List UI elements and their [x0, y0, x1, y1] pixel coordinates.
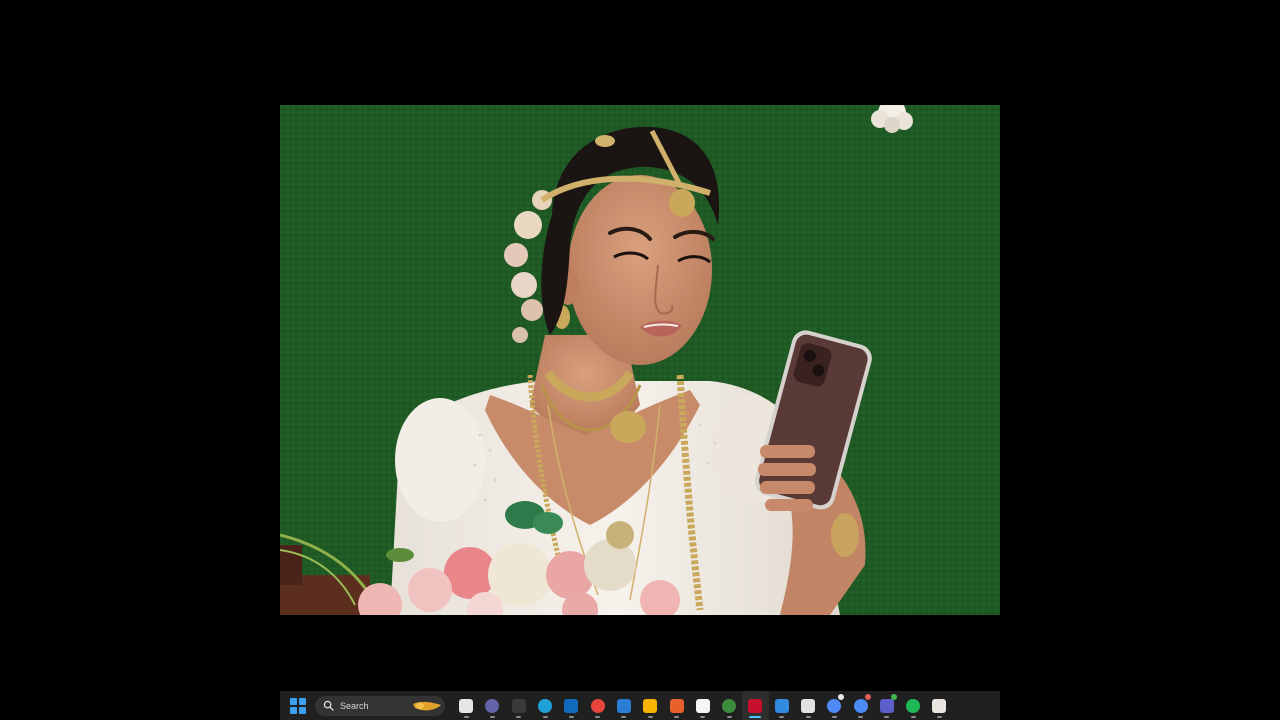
edge-taskbar-button[interactable]: [532, 691, 558, 720]
task-view-icon: [459, 698, 474, 713]
spotify-icon: [906, 698, 921, 713]
video-scene-image: [280, 105, 1000, 615]
chat-taskbar-button[interactable]: [479, 691, 505, 720]
office-taskbar-button[interactable]: [663, 691, 689, 720]
search-icon: [323, 700, 334, 711]
running-indicator: [463, 716, 469, 718]
running-indicator: [621, 716, 627, 718]
chrome-profile-icon: [827, 698, 842, 713]
notification-badge: [864, 694, 871, 700]
running-indicator: [936, 716, 942, 718]
running-indicator: [542, 716, 548, 718]
video-editor-taskbar-button[interactable]: [742, 691, 769, 720]
search-label: Search: [340, 700, 369, 711]
bracelet: [831, 513, 859, 557]
powerpoint-icon: [932, 698, 947, 713]
teams-taskbar-button[interactable]: [874, 691, 900, 720]
spotify-taskbar-button[interactable]: [900, 691, 926, 720]
notification-badge: [838, 694, 845, 700]
running-indicator: [700, 716, 706, 718]
taskbar: Search: [280, 691, 1000, 720]
calendar-2024-taskbar-button[interactable]: [506, 691, 532, 720]
running-indicator: [595, 716, 601, 718]
running-indicator: [489, 716, 495, 718]
video-frame[interactable]: [280, 105, 1000, 615]
office-icon: [669, 698, 684, 713]
calendar-2024-icon: [511, 698, 526, 713]
running-indicator: [884, 716, 890, 718]
taskbar-pinned-apps: [453, 691, 953, 720]
windows-logo-icon: [290, 697, 297, 705]
outlook-icon: [564, 698, 579, 713]
running-indicator: [516, 716, 522, 718]
notepad-taskbar-button[interactable]: [769, 691, 795, 720]
outlook-taskbar-button[interactable]: [558, 691, 584, 720]
chrome-taskbar-button[interactable]: [584, 691, 610, 720]
chat-icon: [485, 698, 500, 713]
running-indicator: [779, 716, 785, 718]
running-indicator: [805, 716, 811, 718]
task-view-taskbar-button[interactable]: [453, 691, 479, 720]
capcut-taskbar-button[interactable]: [690, 691, 716, 720]
chrome-profile-taskbar-button[interactable]: [821, 691, 847, 720]
taskbar-search[interactable]: Search: [315, 695, 445, 716]
file-explorer-taskbar-button[interactable]: [637, 691, 663, 720]
snipping-tool-icon: [801, 698, 815, 713]
running-indicator: [858, 716, 864, 718]
start-button[interactable]: [290, 697, 306, 714]
snipping-tool-taskbar-button[interactable]: [795, 691, 821, 720]
running-indicator: [910, 716, 916, 718]
settings-hex-taskbar-button[interactable]: [716, 691, 742, 720]
chrome-profile-2-taskbar-button[interactable]: [847, 691, 873, 720]
file-explorer-icon: [643, 698, 658, 713]
edge-icon: [538, 698, 553, 713]
running-indicator: [674, 716, 680, 718]
video-editor-icon: [748, 698, 763, 713]
teams-icon: [879, 698, 894, 713]
notification-badge: [891, 694, 898, 700]
power-automate-icon: [616, 698, 631, 713]
power-automate-taskbar-button[interactable]: [611, 691, 637, 720]
chrome-icon: [590, 698, 605, 713]
running-indicator: [647, 716, 653, 718]
search-highlight-icon: [413, 701, 441, 710]
powerpoint-taskbar-button[interactable]: [926, 691, 952, 720]
screen: Search: [0, 0, 1280, 720]
running-indicator: [568, 716, 574, 718]
settings-hex-icon: [722, 698, 737, 713]
running-indicator: [831, 716, 837, 718]
pendant: [610, 411, 646, 443]
capcut-icon: [695, 698, 710, 713]
running-indicator: [749, 716, 762, 718]
running-indicator: [726, 716, 732, 718]
chrome-profile-2-icon: [853, 698, 868, 713]
notepad-icon: [774, 698, 789, 713]
